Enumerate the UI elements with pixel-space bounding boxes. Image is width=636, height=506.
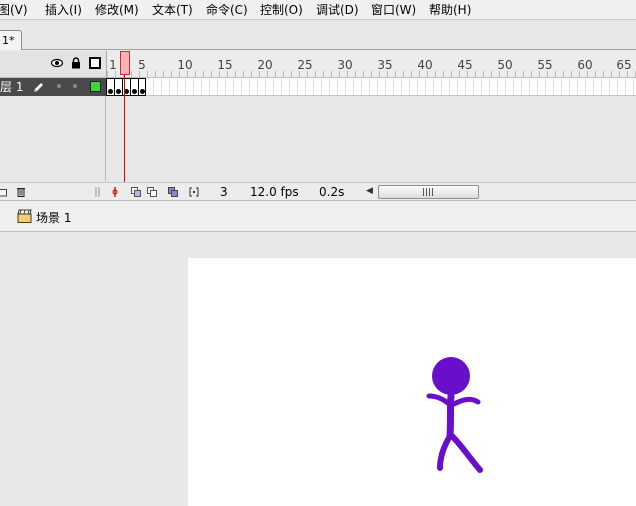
outline-icon[interactable] xyxy=(89,57,101,69)
scene-label[interactable]: 场景 1 xyxy=(36,209,71,226)
keyframe-dot xyxy=(132,89,137,94)
ruler-number: 1 xyxy=(109,58,117,72)
menu-help[interactable]: 帮助(H) xyxy=(429,2,471,18)
trash-icon[interactable] xyxy=(16,187,26,197)
timeline-horizontal-scrollbar[interactable] xyxy=(378,185,479,199)
frame-divider xyxy=(138,79,139,97)
frame-divider xyxy=(122,79,123,97)
layer-divider xyxy=(105,96,106,181)
scrollbar-grip-icon xyxy=(423,188,433,196)
layer-outline-color-swatch[interactable] xyxy=(90,81,101,92)
onion-skin-outlines-icon[interactable] xyxy=(147,187,157,197)
menu-insert[interactable]: 插入(I) xyxy=(45,2,82,18)
ruler-number: 60 xyxy=(577,58,593,72)
modify-onion-markers-icon[interactable] xyxy=(189,187,199,197)
ruler-number: 40 xyxy=(417,58,433,72)
keyframe-dot xyxy=(108,89,113,94)
menu-control[interactable]: 控制(O) xyxy=(260,2,303,18)
frames-row[interactable] xyxy=(106,78,636,97)
new-folder-icon[interactable] xyxy=(0,187,7,197)
document-tab[interactable]: 1* xyxy=(0,30,22,50)
scroll-left-arrow-icon[interactable]: ◀ xyxy=(366,186,373,196)
ruler-number: 50 xyxy=(497,58,513,72)
stage-canvas[interactable] xyxy=(188,258,636,506)
edit-bar: 场景 1 xyxy=(0,201,636,232)
keyframe-dot xyxy=(116,89,121,94)
keyframe-span[interactable] xyxy=(106,78,146,97)
timeline-status-bar: 3 12.0 fps 0.2s ◀ xyxy=(0,182,636,201)
ruler-number: 5 xyxy=(138,58,146,72)
menu-commands[interactable]: 命令(C) xyxy=(206,2,248,18)
document-tab-strip: 1* xyxy=(0,20,636,50)
timeline-panel: 1 5 10 15 20 25 30 35 40 45 50 55 60 65 … xyxy=(0,51,636,182)
menu-view[interactable]: 图(V) xyxy=(0,2,28,18)
ruler-number: 25 xyxy=(297,58,313,72)
center-frame-icon[interactable] xyxy=(110,187,120,197)
layer-row[interactable]: 层 1 xyxy=(0,78,106,96)
frame-divider xyxy=(130,79,131,97)
frame-rate[interactable]: 12.0 fps xyxy=(250,185,299,199)
ruler-ticks xyxy=(107,71,636,77)
ruler-number: 15 xyxy=(217,58,233,72)
ruler-number: 35 xyxy=(377,58,393,72)
empty-layer-area xyxy=(0,96,636,181)
elapsed-time: 0.2s xyxy=(319,185,345,199)
onion-skin-icon[interactable] xyxy=(131,187,141,197)
menu-debug[interactable]: 调试(D) xyxy=(316,2,359,18)
pencil-icon xyxy=(34,83,43,92)
eye-icon[interactable] xyxy=(51,58,63,68)
ruler-number: 65 xyxy=(616,58,632,72)
ruler-number: 55 xyxy=(537,58,553,72)
keyframe-dot xyxy=(140,89,145,94)
stage-workspace xyxy=(0,232,636,506)
layer-lock-dot[interactable] xyxy=(73,84,77,88)
current-frame: 3 xyxy=(220,185,228,199)
layer-name: 层 1 xyxy=(0,80,24,94)
menu-bar: 图(V) 插入(I) 修改(M) 文本(T) 命令(C) 控制(O) 调试(D)… xyxy=(0,0,636,20)
ruler-number: 20 xyxy=(257,58,273,72)
ruler-number: 10 xyxy=(177,58,193,72)
menu-text[interactable]: 文本(T) xyxy=(152,2,193,18)
menu-window[interactable]: 窗口(W) xyxy=(371,2,416,18)
layer-visibility-dot[interactable] xyxy=(57,84,61,88)
clapperboard-icon xyxy=(17,209,32,223)
edit-multiple-frames-icon[interactable] xyxy=(168,187,178,197)
menu-modify[interactable]: 修改(M) xyxy=(95,2,139,18)
ruler-number: 45 xyxy=(457,58,473,72)
ruler-number: 30 xyxy=(337,58,353,72)
stick-figure-drawing[interactable] xyxy=(424,356,488,474)
panel-grip-icon[interactable] xyxy=(93,187,103,197)
layer-header xyxy=(0,51,106,78)
playhead-line xyxy=(124,75,125,182)
frame-ruler[interactable]: 1 5 10 15 20 25 30 35 40 45 50 55 60 65 xyxy=(106,51,636,78)
playhead[interactable] xyxy=(120,51,130,75)
lock-icon[interactable] xyxy=(71,57,81,69)
frame-divider xyxy=(114,79,115,97)
